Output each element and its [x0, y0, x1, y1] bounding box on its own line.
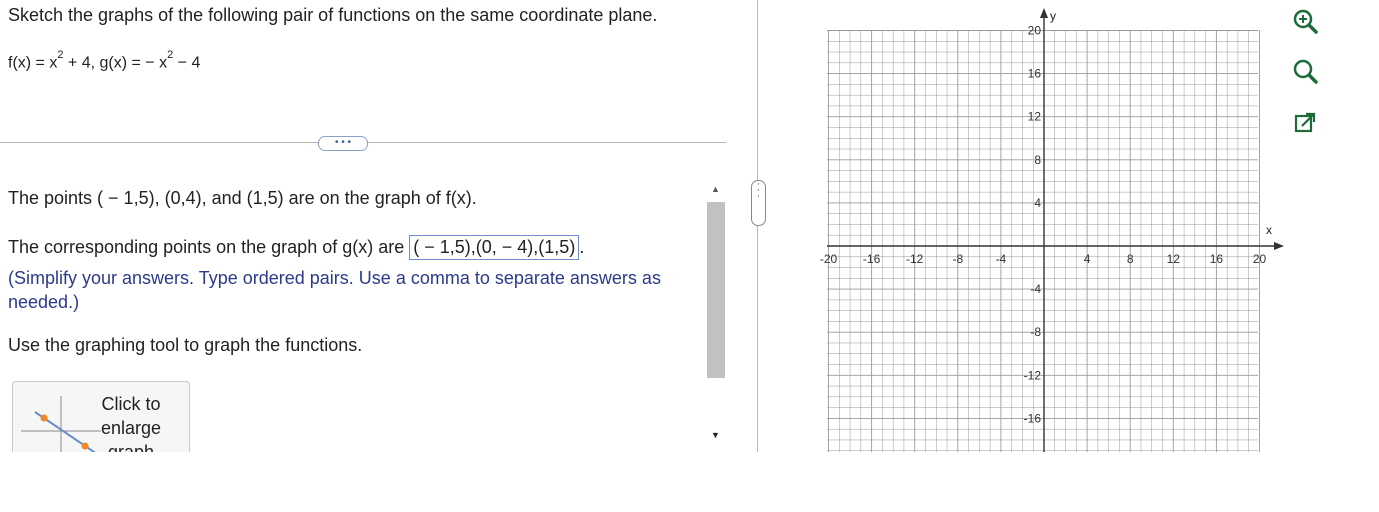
- x-tick-label: 8: [1127, 252, 1134, 266]
- y-tick-label: 20: [1028, 24, 1042, 38]
- y-axis-label: y: [1050, 9, 1056, 23]
- function-definitions: f(x) = x2 + 4, g(x) = − x2 − 4: [8, 49, 201, 72]
- question-panel: Sketch the graphs of the following pair …: [0, 0, 730, 452]
- show-more-button[interactable]: • • •: [318, 136, 368, 151]
- scroll-up-icon[interactable]: ▲: [711, 184, 720, 194]
- x-tick-label: 20: [1253, 252, 1267, 266]
- y-tick-label: -16: [1024, 411, 1042, 425]
- zoom-in-icon: [1293, 9, 1318, 34]
- axes: [827, 8, 1284, 452]
- zoom-in-button[interactable]: [1290, 6, 1320, 36]
- y-tick-label: -12: [1024, 368, 1042, 382]
- answer-field[interactable]: ( − 1,5),(0, − 4),(1,5): [409, 235, 580, 260]
- panel-resize-handle[interactable]: · · ·: [751, 179, 766, 226]
- open-external-icon: [1294, 112, 1316, 133]
- y-axis-arrow: [1040, 8, 1048, 18]
- y-tick-label: 4: [1034, 196, 1041, 210]
- x-tick-label: -16: [863, 252, 881, 266]
- zoom-out-icon: [1293, 59, 1318, 84]
- answer-hint: (Simplify your answers. Type ordered pai…: [8, 268, 661, 312]
- y-tick-label: -8: [1030, 325, 1041, 339]
- question-scrollbar[interactable]: ▲ ▼: [705, 180, 727, 452]
- x-axis-arrow: [1274, 242, 1284, 250]
- x-tick-label: 12: [1167, 252, 1181, 266]
- y-tick-label: 8: [1034, 153, 1041, 167]
- x-tick-label: 16: [1210, 252, 1224, 266]
- graphing-instruction: Use the graphing tool to graph the funct…: [8, 335, 363, 355]
- x-tick-label: -4: [996, 252, 1007, 266]
- zoom-out-button[interactable]: [1290, 56, 1320, 86]
- instruction-text: Sketch the graphs of the following pair …: [8, 5, 658, 25]
- x-tick-label: -12: [906, 252, 924, 266]
- open-new-window-button[interactable]: [1290, 108, 1320, 138]
- grid-lines: [827, 30, 1260, 452]
- corresponding-points-statement: The corresponding points on the graph of…: [8, 235, 584, 260]
- y-tick-label: 12: [1028, 110, 1042, 124]
- x-tick-label: -8: [952, 252, 963, 266]
- graph-thumbnail-icon: [21, 396, 101, 452]
- scroll-down-icon[interactable]: ▼: [711, 430, 720, 440]
- x-tick-label: -20: [820, 252, 838, 266]
- x-axis-label: x: [1266, 223, 1272, 237]
- enlarge-graph-button[interactable]: Click to enlarge graph: [12, 381, 190, 452]
- panel-divider: [757, 0, 758, 452]
- points-statement: The points ( − 1,5), (0,4), and (1,5) ar…: [8, 188, 477, 208]
- y-tick-label: -4: [1030, 282, 1041, 296]
- coordinate-plane[interactable]: -20 -16 -12 -8 -4 4 8 12 16 2020161284-4-8-12-16 …: [800, 0, 1290, 452]
- x-tick-label: 4: [1084, 252, 1091, 266]
- scrollbar-thumb[interactable]: [707, 202, 725, 378]
- y-tick-label: 16: [1028, 67, 1042, 81]
